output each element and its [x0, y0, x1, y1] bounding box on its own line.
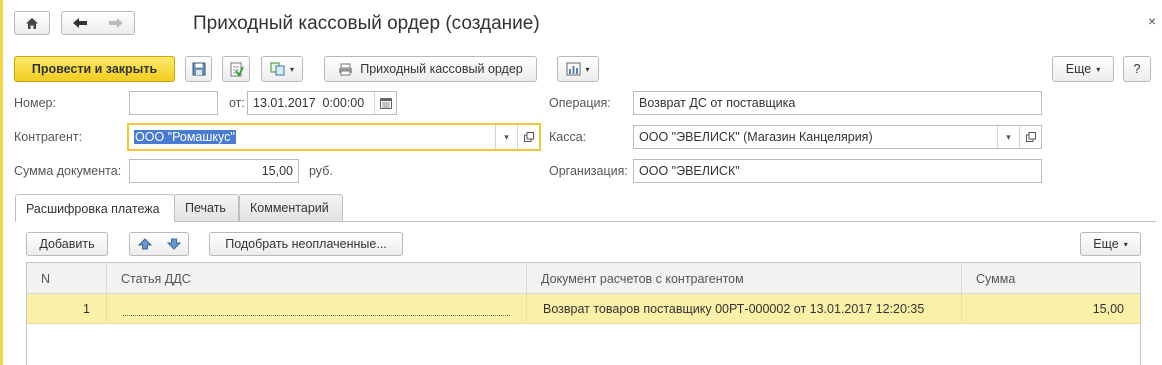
close-icon[interactable]: × — [1148, 13, 1156, 29]
tab-comment[interactable]: Комментарий — [239, 194, 343, 221]
pick-unpaid-button[interactable]: Подобрать неоплаченные... — [209, 232, 403, 256]
column-header-sum[interactable]: Сумма — [962, 263, 1140, 294]
move-down-button[interactable] — [166, 238, 181, 250]
create-based-on-button[interactable]: ▾ — [261, 56, 303, 82]
counterparty-label: Контрагент: — [14, 130, 83, 144]
post-button[interactable] — [222, 56, 250, 82]
number-field[interactable] — [129, 91, 218, 115]
cash-field[interactable]: ООО "ЭВЕЛИСК" (Магазин Канцелярия) ▾ — [633, 125, 1042, 149]
open-icon — [523, 132, 534, 142]
window-edge — [0, 0, 3, 365]
table-header: N Статья ДДС Документ расчетов с контраг… — [27, 263, 1140, 294]
dropdown-icon: ▾ — [289, 64, 294, 74]
back-arrow-icon — [73, 18, 87, 28]
organization-field[interactable]: ООО "ЭВЕЛИСК" — [633, 159, 1042, 183]
cell-article-value — [123, 302, 510, 316]
print-button-label: Приходный кассовый ордер — [360, 62, 523, 76]
table-more-button[interactable]: Еще ▾ — [1080, 232, 1141, 256]
move-up-button[interactable] — [137, 238, 152, 250]
move-buttons — [129, 232, 189, 256]
report-icon — [566, 62, 581, 76]
number-label: Номер: — [14, 96, 56, 110]
page-title: Приходный кассовый ордер (создание) — [193, 13, 540, 34]
post-icon — [230, 62, 244, 77]
currency-label: руб. — [309, 164, 333, 178]
cash-label: Касса: — [549, 130, 587, 144]
cell-document: Возврат товаров поставщику 00РТ-000002 о… — [527, 294, 962, 324]
column-header-n[interactable]: N — [27, 263, 107, 294]
tab-divider — [15, 221, 1156, 222]
report-button[interactable]: ▾ — [557, 56, 599, 82]
more-button[interactable]: Еще ▾ — [1052, 56, 1114, 82]
home-icon — [26, 17, 38, 29]
dropdown-icon: ▾ — [1123, 239, 1128, 249]
table-row[interactable]: 1 Возврат товаров поставщику 00РТ-000002… — [27, 294, 1140, 324]
forward-button[interactable] — [108, 17, 124, 29]
move-down-icon — [166, 238, 181, 250]
counterparty-field[interactable]: ООО "Ромашкус" ▾ — [127, 123, 541, 151]
dropdown-icon: ▾ — [1096, 64, 1101, 74]
dropdown-icon[interactable]: ▾ — [997, 126, 1019, 148]
column-header-document[interactable]: Документ расчетов с контрагентом — [527, 263, 962, 294]
nav-buttons — [61, 11, 135, 35]
create-based-on-icon — [270, 62, 285, 76]
cash-value: ООО "ЭВЕЛИСК" (Магазин Канцелярия) — [639, 130, 873, 144]
post-and-close-button[interactable]: Провести и закрыть — [14, 56, 175, 82]
table-more-label: Еще — [1093, 237, 1119, 251]
tab-print[interactable]: Печать — [174, 194, 239, 221]
operation-label: Операция: — [549, 96, 611, 110]
operation-field[interactable]: Возврат ДС от поставщика — [633, 91, 1042, 115]
print-button[interactable]: Приходный кассовый ордер — [324, 56, 537, 82]
dropdown-icon: ▾ — [585, 64, 590, 74]
column-header-article[interactable]: Статья ДДС — [107, 263, 527, 294]
date-value: 13.01.2017 0:00:00 — [253, 96, 365, 110]
tab-payment-details[interactable]: Расшифровка платежа — [15, 194, 175, 222]
counterparty-value: ООО "Ромашкус" — [134, 130, 236, 144]
more-button-label: Еще — [1065, 62, 1092, 76]
open-button[interactable] — [1019, 126, 1041, 148]
help-button[interactable]: ? — [1123, 56, 1151, 82]
cell-n: 1 — [27, 294, 107, 324]
printer-icon — [339, 63, 353, 75]
back-button[interactable] — [72, 17, 88, 29]
forward-arrow-icon — [109, 18, 123, 28]
cell-article[interactable] — [107, 294, 527, 324]
save-icon — [192, 62, 205, 76]
date-field[interactable]: 13.01.2017 0:00:00 — [247, 91, 397, 115]
cell-sum: 15,00 — [1092, 302, 1124, 316]
sum-field[interactable]: 15,00 — [129, 159, 299, 183]
calendar-icon — [379, 97, 392, 109]
organization-label: Организация: — [549, 164, 628, 178]
home-button[interactable] — [14, 11, 50, 35]
add-button[interactable]: Добавить — [26, 232, 108, 256]
sum-label: Сумма документа: — [14, 164, 122, 178]
move-up-icon — [137, 238, 152, 250]
save-button[interactable] — [185, 56, 212, 82]
open-icon — [1025, 132, 1036, 142]
payment-table: N Статья ДДС Документ расчетов с контраг… — [26, 262, 1141, 365]
date-from-label: от: — [229, 96, 245, 110]
open-button[interactable] — [517, 125, 539, 149]
dropdown-icon[interactable]: ▾ — [495, 125, 517, 149]
calendar-button[interactable] — [374, 92, 396, 114]
